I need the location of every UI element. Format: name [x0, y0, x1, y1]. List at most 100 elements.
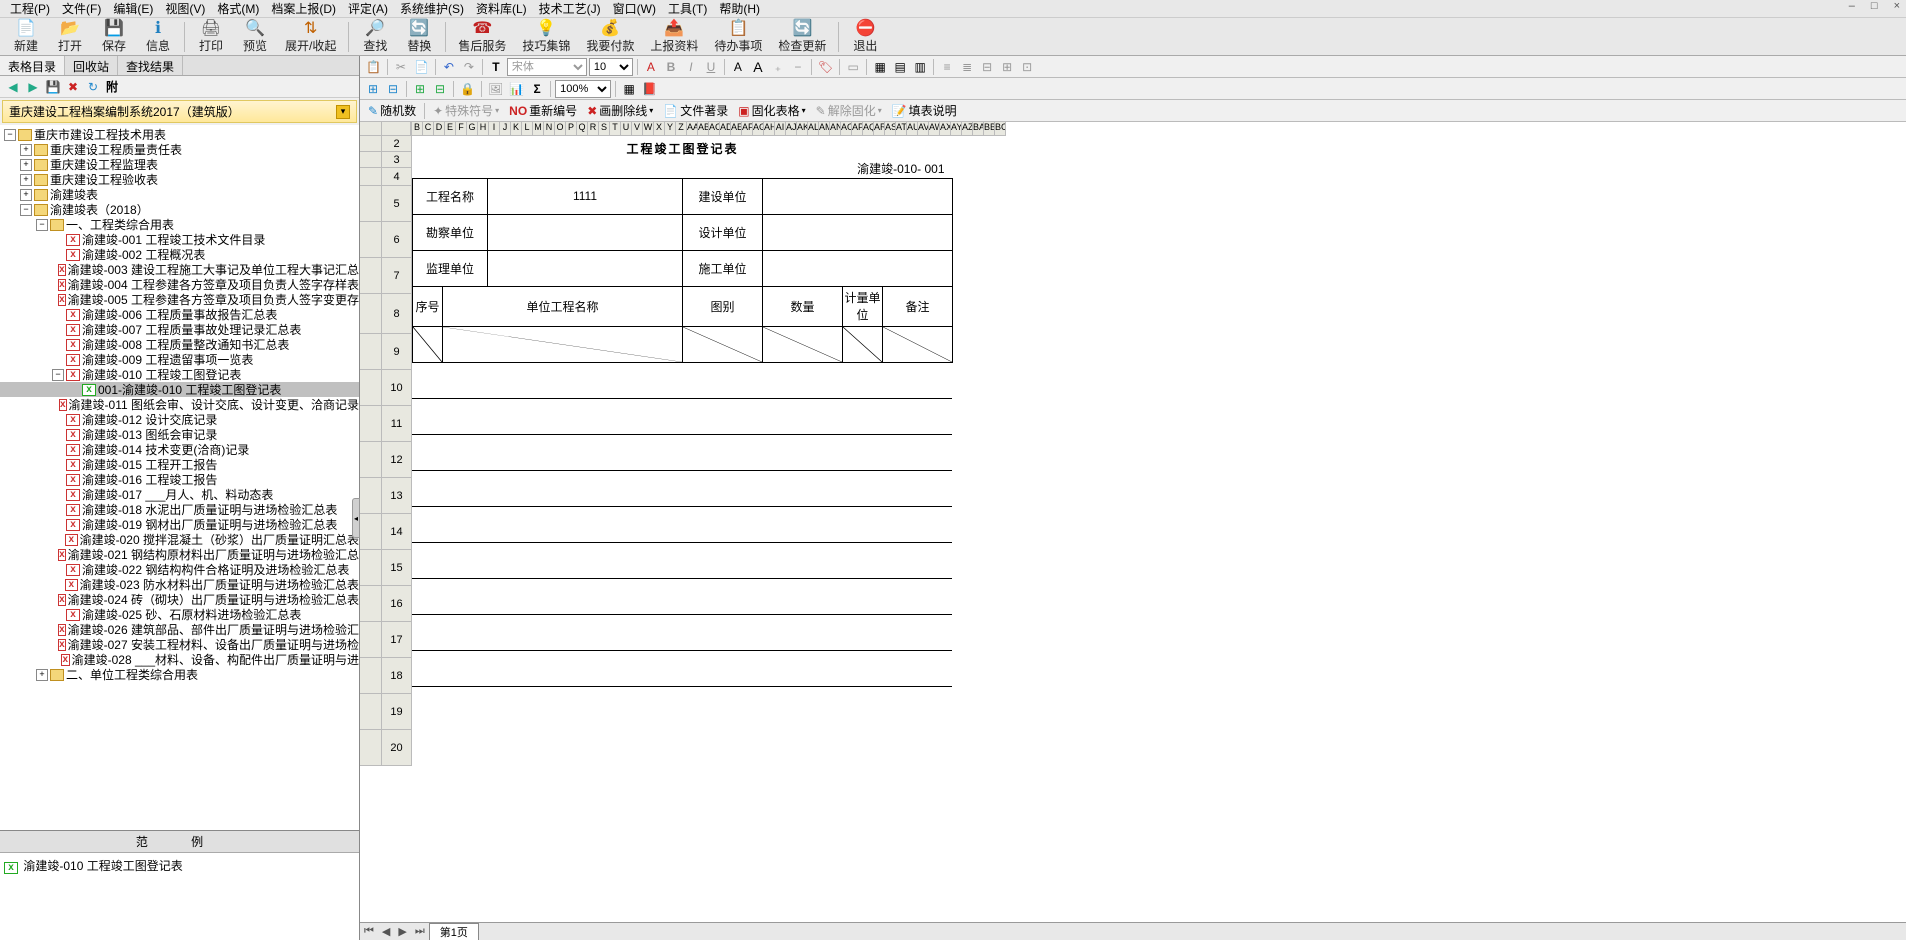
fill-desc-button[interactable]: 📝填表说明	[888, 102, 961, 119]
border2-icon[interactable]: ▦	[871, 58, 889, 76]
tree-node[interactable]: x渝建竣-027 安装工程材料、设备出厂质量证明与进场检	[0, 637, 359, 652]
row-header[interactable]: 13	[382, 478, 412, 514]
delete-row-icon[interactable]: ⊟	[384, 80, 402, 98]
align3-icon[interactable]: ⊟	[978, 58, 996, 76]
col-header[interactable]: AZ	[962, 122, 973, 136]
tab-table-directory[interactable]: 表格目录	[0, 56, 65, 75]
grid-icon[interactable]: ▦	[620, 80, 638, 98]
font-icon[interactable]: T	[487, 58, 505, 76]
tree-node[interactable]: x渝建竣-028 ___材料、设备、构配件出厂质量证明与进	[0, 652, 359, 667]
row-header[interactable]: 6	[382, 222, 412, 258]
collapse-handle[interactable]: ◂	[352, 498, 360, 538]
close-button[interactable]: ×	[1890, 0, 1904, 12]
tag-icon[interactable]: 🏷	[816, 58, 835, 76]
col-header[interactable]: AI	[775, 122, 786, 136]
col-header[interactable]: BB	[984, 122, 995, 136]
align4-icon[interactable]: ⊞	[998, 58, 1016, 76]
tree-node[interactable]: x渝建竣-004 工程参建各方签章及项目负责人签字存样表	[0, 277, 359, 292]
tree-node[interactable]: x渝建竣-019 钢材出厂质量证明与进场检验汇总表	[0, 517, 359, 532]
tree-node[interactable]: x渝建竣-002 工程概况表	[0, 247, 359, 262]
undo-icon[interactable]: ↶	[440, 58, 458, 76]
italic-icon[interactable]: I	[682, 58, 700, 76]
menu-help[interactable]: 帮助(H)	[713, 0, 766, 17]
row-header[interactable]: 9	[382, 334, 412, 370]
col-header[interactable]: K	[511, 122, 522, 136]
sheet-nav-last[interactable]: ⏭	[411, 925, 429, 938]
tree-toggle[interactable]: −	[52, 369, 64, 381]
col-header[interactable]: AG	[753, 122, 764, 136]
image-icon[interactable]: 🖼	[486, 80, 505, 98]
special-char-button[interactable]: ✦特殊符号▾	[429, 102, 503, 119]
col-header[interactable]: AR	[874, 122, 885, 136]
value-survey-unit[interactable]	[488, 214, 683, 250]
info-button[interactable]: ℹ信息	[136, 17, 180, 56]
tree-node[interactable]: x渝建竣-009 工程遗留事项一览表	[0, 352, 359, 367]
subscript-icon[interactable]: ₊	[769, 58, 787, 76]
row-header[interactable]: 3	[382, 152, 412, 168]
col-header[interactable]: AM	[819, 122, 830, 136]
row-header[interactable]: 15	[382, 550, 412, 586]
col-header[interactable]: U	[621, 122, 632, 136]
service-button[interactable]: ☎售后服务	[450, 17, 514, 56]
tree-node[interactable]: x渝建竣-024 砖（砌块）出厂质量证明与进场检验汇总表	[0, 592, 359, 607]
col-header[interactable]: AN	[830, 122, 841, 136]
col-header[interactable]: AF	[742, 122, 753, 136]
col-header[interactable]: E	[445, 122, 456, 136]
todo-button[interactable]: 📋待办事项	[706, 17, 770, 56]
insert-row-icon[interactable]: ⊞	[364, 80, 382, 98]
tree-toggle[interactable]: +	[20, 144, 32, 156]
sheet-nav-prev[interactable]: ◀	[378, 925, 394, 938]
value-project-name[interactable]: 1111	[488, 178, 683, 214]
tree-toggle[interactable]: +	[36, 669, 48, 681]
tab-search-results[interactable]: 查找结果	[118, 56, 183, 75]
col-header[interactable]: R	[588, 122, 599, 136]
tree-node[interactable]: x渝建竣-022 钢结构构件合格证明及进场检验汇总表	[0, 562, 359, 577]
menu-view[interactable]: 视图(V)	[159, 0, 211, 17]
col-header[interactable]: L	[522, 122, 533, 136]
col-header[interactable]: AO	[841, 122, 852, 136]
update-button[interactable]: 🔄检查更新	[770, 17, 834, 56]
refresh-icon[interactable]: ↻	[84, 78, 102, 96]
tree-node[interactable]: x渝建竣-016 工程竣工报告	[0, 472, 359, 487]
tree-node[interactable]: x渝建竣-008 工程质量整改通知书汇总表	[0, 337, 359, 352]
col-header[interactable]: AU	[907, 122, 918, 136]
menu-tools[interactable]: 工具(T)	[662, 0, 713, 17]
col-header[interactable]: AB	[698, 122, 709, 136]
tree-toggle[interactable]: −	[4, 129, 16, 141]
replace-button[interactable]: 🔄替换	[397, 17, 441, 56]
col-header[interactable]: H	[478, 122, 489, 136]
menu-file[interactable]: 文件(F)	[56, 0, 107, 17]
spreadsheet[interactable]: BCDEFGHIJKLMNOPQRSTUVWXYZAAABACADAEAFAGA…	[360, 122, 1906, 922]
col-header[interactable]: AQ	[863, 122, 874, 136]
col-header[interactable]: G	[467, 122, 478, 136]
col-header[interactable]: AE	[731, 122, 742, 136]
col-header[interactable]: P	[566, 122, 577, 136]
align1-icon[interactable]: ≡	[938, 58, 956, 76]
tree-node[interactable]: x渝建竣-011 图纸会审、设计交底、设计变更、洽商记录	[0, 397, 359, 412]
col-header[interactable]: AL	[808, 122, 819, 136]
tree-node[interactable]: x渝建竣-023 防水材料出厂质量证明与进场检验汇总表	[0, 577, 359, 592]
tree-node[interactable]: x渝建竣-003 建设工程施工大事记及单位工程大事记汇总	[0, 262, 359, 277]
value-supervision-unit[interactable]	[488, 250, 683, 286]
minimize-button[interactable]: –	[1845, 0, 1859, 12]
col-header[interactable]: AW	[929, 122, 940, 136]
tab-recycle-bin[interactable]: 回收站	[65, 56, 118, 75]
tree-node[interactable]: x渝建竣-014 技术变更(洽商)记录	[0, 442, 359, 457]
underline-icon[interactable]: U	[702, 58, 720, 76]
row-header[interactable]: 10	[382, 370, 412, 406]
fontsize-dec-icon[interactable]: A	[729, 58, 747, 76]
attach-button[interactable]: 附	[104, 78, 120, 95]
tree-node[interactable]: x渝建竣-001 工程竣工技术文件目录	[0, 232, 359, 247]
col-header[interactable]: AC	[709, 122, 720, 136]
row-header[interactable]: 12	[382, 442, 412, 478]
row-header[interactable]: 17	[382, 622, 412, 658]
tips-button[interactable]: 💡技巧集锦	[514, 17, 578, 56]
col-header[interactable]: AX	[940, 122, 951, 136]
col-header[interactable]: F	[456, 122, 467, 136]
col-header[interactable]: I	[489, 122, 500, 136]
align5-icon[interactable]: ⊡	[1018, 58, 1036, 76]
sheet-nav-first[interactable]: ⏮	[360, 925, 378, 938]
row-header[interactable]: 4	[382, 168, 412, 186]
open-button[interactable]: 📂打开	[48, 17, 92, 56]
tree-node[interactable]: x渝建竣-025 砂、石原材料进场检验汇总表	[0, 607, 359, 622]
